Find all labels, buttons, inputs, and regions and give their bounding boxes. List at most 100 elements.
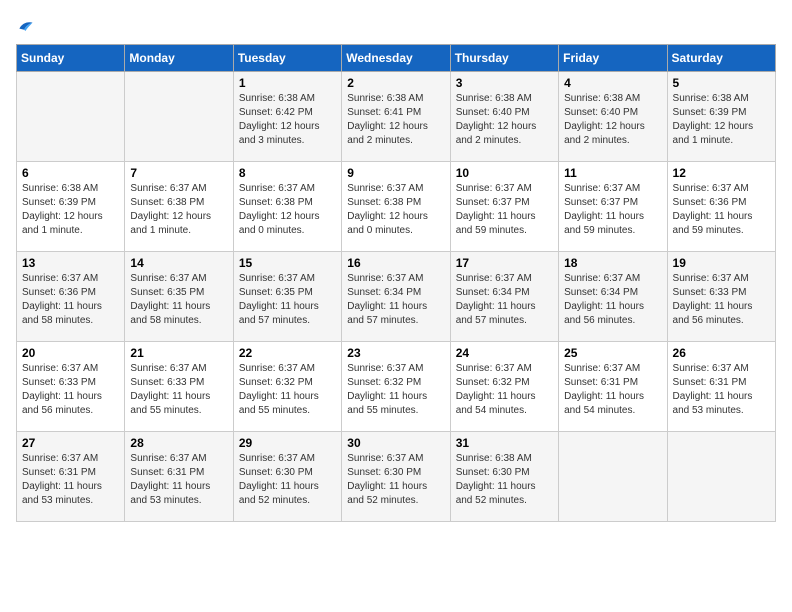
day-info: Sunrise: 6:37 AM Sunset: 6:30 PM Dayligh… — [347, 452, 444, 508]
day-number: 18 — [564, 256, 661, 270]
week-row-5: 27 Sunrise: 6:37 AM Sunset: 6:31 PM Dayli… — [17, 432, 776, 522]
day-info: Sunrise: 6:37 AM Sunset: 6:32 PM Dayligh… — [456, 362, 553, 418]
calendar-table: SundayMondayTuesdayWednesdayThursdayFrid… — [16, 44, 776, 522]
day-number: 8 — [239, 166, 336, 180]
logo-bird-icon — [17, 16, 35, 34]
header-day-tuesday: Tuesday — [233, 45, 341, 72]
day-info: Sunrise: 6:37 AM Sunset: 6:31 PM Dayligh… — [130, 452, 227, 508]
day-info: Sunrise: 6:38 AM Sunset: 6:39 PM Dayligh… — [673, 92, 770, 148]
week-row-3: 13 Sunrise: 6:37 AM Sunset: 6:36 PM Dayli… — [17, 252, 776, 342]
day-number: 9 — [347, 166, 444, 180]
calendar-header: SundayMondayTuesdayWednesdayThursdayFrid… — [17, 45, 776, 72]
calendar-cell: 7Sunrise: 6:37 AM Sunset: 6:38 PM Daylig… — [125, 162, 233, 252]
day-number: 16 — [347, 256, 444, 270]
day-info: Sunrise: 6:37 AM Sunset: 6:38 PM Dayligh… — [347, 182, 444, 238]
calendar-cell — [125, 72, 233, 162]
day-info: Sunrise: 6:37 AM Sunset: 6:37 PM Dayligh… — [564, 182, 661, 238]
calendar-cell: 11Sunrise: 6:37 AM Sunset: 6:37 PM Dayli… — [559, 162, 667, 252]
header-day-monday: Monday — [125, 45, 233, 72]
day-number: 21 — [130, 346, 227, 360]
calendar-cell: 15 Sunrise: 6:37 AM Sunset: 6:35 PM Dayli… — [233, 252, 341, 342]
calendar-cell: 24 Sunrise: 6:37 AM Sunset: 6:32 PM Dayli… — [450, 342, 558, 432]
day-number: 15 — [239, 256, 336, 270]
day-info: Sunrise: 6:37 AM Sunset: 6:30 PM Dayligh… — [239, 452, 336, 508]
day-number: 3 — [456, 76, 553, 90]
day-info: Sunrise: 6:37 AM Sunset: 6:32 PM Dayligh… — [239, 362, 336, 418]
day-info: Sunrise: 6:37 AM Sunset: 6:33 PM Dayligh… — [22, 362, 119, 418]
calendar-cell: 28 Sunrise: 6:37 AM Sunset: 6:31 PM Dayli… — [125, 432, 233, 522]
day-info: Sunrise: 6:38 AM Sunset: 6:39 PM Dayligh… — [22, 182, 119, 238]
calendar-cell: 22Sunrise: 6:37 AM Sunset: 6:32 PM Dayli… — [233, 342, 341, 432]
day-info: Sunrise: 6:37 AM Sunset: 6:31 PM Dayligh… — [22, 452, 119, 508]
header-day-wednesday: Wednesday — [342, 45, 450, 72]
calendar-cell: 4Sunrise: 6:38 AM Sunset: 6:40 PM Daylig… — [559, 72, 667, 162]
day-number: 23 — [347, 346, 444, 360]
day-number: 6 — [22, 166, 119, 180]
week-row-4: 20 Sunrise: 6:37 AM Sunset: 6:33 PM Dayli… — [17, 342, 776, 432]
calendar-cell: 27 Sunrise: 6:37 AM Sunset: 6:31 PM Dayli… — [17, 432, 125, 522]
calendar-cell: 26Sunrise: 6:37 AM Sunset: 6:31 PM Dayli… — [667, 342, 775, 432]
calendar-cell: 23Sunrise: 6:37 AM Sunset: 6:32 PM Dayli… — [342, 342, 450, 432]
day-info: Sunrise: 6:38 AM Sunset: 6:41 PM Dayligh… — [347, 92, 444, 148]
day-info: Sunrise: 6:38 AM Sunset: 6:40 PM Dayligh… — [456, 92, 553, 148]
day-info: Sunrise: 6:38 AM Sunset: 6:30 PM Dayligh… — [456, 452, 553, 508]
calendar-body: 1Sunrise: 6:38 AM Sunset: 6:42 PM Daylig… — [17, 72, 776, 522]
calendar-cell: 14Sunrise: 6:37 AM Sunset: 6:35 PM Dayli… — [125, 252, 233, 342]
day-info: Sunrise: 6:37 AM Sunset: 6:36 PM Dayligh… — [22, 272, 119, 328]
header-day-friday: Friday — [559, 45, 667, 72]
day-number: 30 — [347, 436, 444, 450]
calendar-cell: 6 Sunrise: 6:38 AM Sunset: 6:39 PM Daylig… — [17, 162, 125, 252]
day-number: 31 — [456, 436, 553, 450]
calendar-cell: 3 Sunrise: 6:38 AM Sunset: 6:40 PM Daylig… — [450, 72, 558, 162]
calendar-cell: 20 Sunrise: 6:37 AM Sunset: 6:33 PM Dayli… — [17, 342, 125, 432]
day-info: Sunrise: 6:37 AM Sunset: 6:31 PM Dayligh… — [564, 362, 661, 418]
day-number: 7 — [130, 166, 227, 180]
calendar-cell: 10 Sunrise: 6:37 AM Sunset: 6:37 PM Dayli… — [450, 162, 558, 252]
calendar-cell: 12 Sunrise: 6:37 AM Sunset: 6:36 PM Dayli… — [667, 162, 775, 252]
day-number: 13 — [22, 256, 119, 270]
calendar-cell: 13 Sunrise: 6:37 AM Sunset: 6:36 PM Dayli… — [17, 252, 125, 342]
day-info: Sunrise: 6:37 AM Sunset: 6:33 PM Dayligh… — [673, 272, 770, 328]
header-row: SundayMondayTuesdayWednesdayThursdayFrid… — [17, 45, 776, 72]
calendar-cell: 1Sunrise: 6:38 AM Sunset: 6:42 PM Daylig… — [233, 72, 341, 162]
calendar-cell: 2Sunrise: 6:38 AM Sunset: 6:41 PM Daylig… — [342, 72, 450, 162]
calendar-cell: 17 Sunrise: 6:37 AM Sunset: 6:34 PM Dayli… — [450, 252, 558, 342]
day-number: 29 — [239, 436, 336, 450]
day-info: Sunrise: 6:37 AM Sunset: 6:37 PM Dayligh… — [456, 182, 553, 238]
calendar-cell — [559, 432, 667, 522]
day-number: 5 — [673, 76, 770, 90]
day-number: 25 — [564, 346, 661, 360]
day-number: 19 — [673, 256, 770, 270]
day-number: 27 — [22, 436, 119, 450]
calendar-cell: 30 Sunrise: 6:37 AM Sunset: 6:30 PM Dayli… — [342, 432, 450, 522]
day-info: Sunrise: 6:37 AM Sunset: 6:35 PM Dayligh… — [130, 272, 227, 328]
calendar-cell: 9 Sunrise: 6:37 AM Sunset: 6:38 PM Daylig… — [342, 162, 450, 252]
day-info: Sunrise: 6:37 AM Sunset: 6:38 PM Dayligh… — [239, 182, 336, 238]
day-info: Sunrise: 6:37 AM Sunset: 6:36 PM Dayligh… — [673, 182, 770, 238]
calendar-cell: 18 Sunrise: 6:37 AM Sunset: 6:34 PM Dayli… — [559, 252, 667, 342]
day-number: 17 — [456, 256, 553, 270]
calendar-cell: 25 Sunrise: 6:37 AM Sunset: 6:31 PM Dayli… — [559, 342, 667, 432]
page-header — [16, 16, 776, 34]
day-info: Sunrise: 6:37 AM Sunset: 6:34 PM Dayligh… — [564, 272, 661, 328]
day-info: Sunrise: 6:37 AM Sunset: 6:35 PM Dayligh… — [239, 272, 336, 328]
day-number: 12 — [673, 166, 770, 180]
day-info: Sunrise: 6:38 AM Sunset: 6:42 PM Dayligh… — [239, 92, 336, 148]
day-number: 28 — [130, 436, 227, 450]
calendar-cell: 5 Sunrise: 6:38 AM Sunset: 6:39 PM Daylig… — [667, 72, 775, 162]
day-number: 10 — [456, 166, 553, 180]
logo — [16, 16, 35, 34]
day-info: Sunrise: 6:37 AM Sunset: 6:34 PM Dayligh… — [347, 272, 444, 328]
calendar-cell: 16 Sunrise: 6:37 AM Sunset: 6:34 PM Dayli… — [342, 252, 450, 342]
header-day-saturday: Saturday — [667, 45, 775, 72]
day-info: Sunrise: 6:37 AM Sunset: 6:34 PM Dayligh… — [456, 272, 553, 328]
calendar-cell: 19 Sunrise: 6:37 AM Sunset: 6:33 PM Dayli… — [667, 252, 775, 342]
calendar-cell: 8 Sunrise: 6:37 AM Sunset: 6:38 PM Daylig… — [233, 162, 341, 252]
day-number: 20 — [22, 346, 119, 360]
calendar-cell: 31 Sunrise: 6:38 AM Sunset: 6:30 PM Dayli… — [450, 432, 558, 522]
header-day-thursday: Thursday — [450, 45, 558, 72]
calendar-cell: 21Sunrise: 6:37 AM Sunset: 6:33 PM Dayli… — [125, 342, 233, 432]
calendar-cell — [17, 72, 125, 162]
day-number: 24 — [456, 346, 553, 360]
day-info: Sunrise: 6:37 AM Sunset: 6:31 PM Dayligh… — [673, 362, 770, 418]
